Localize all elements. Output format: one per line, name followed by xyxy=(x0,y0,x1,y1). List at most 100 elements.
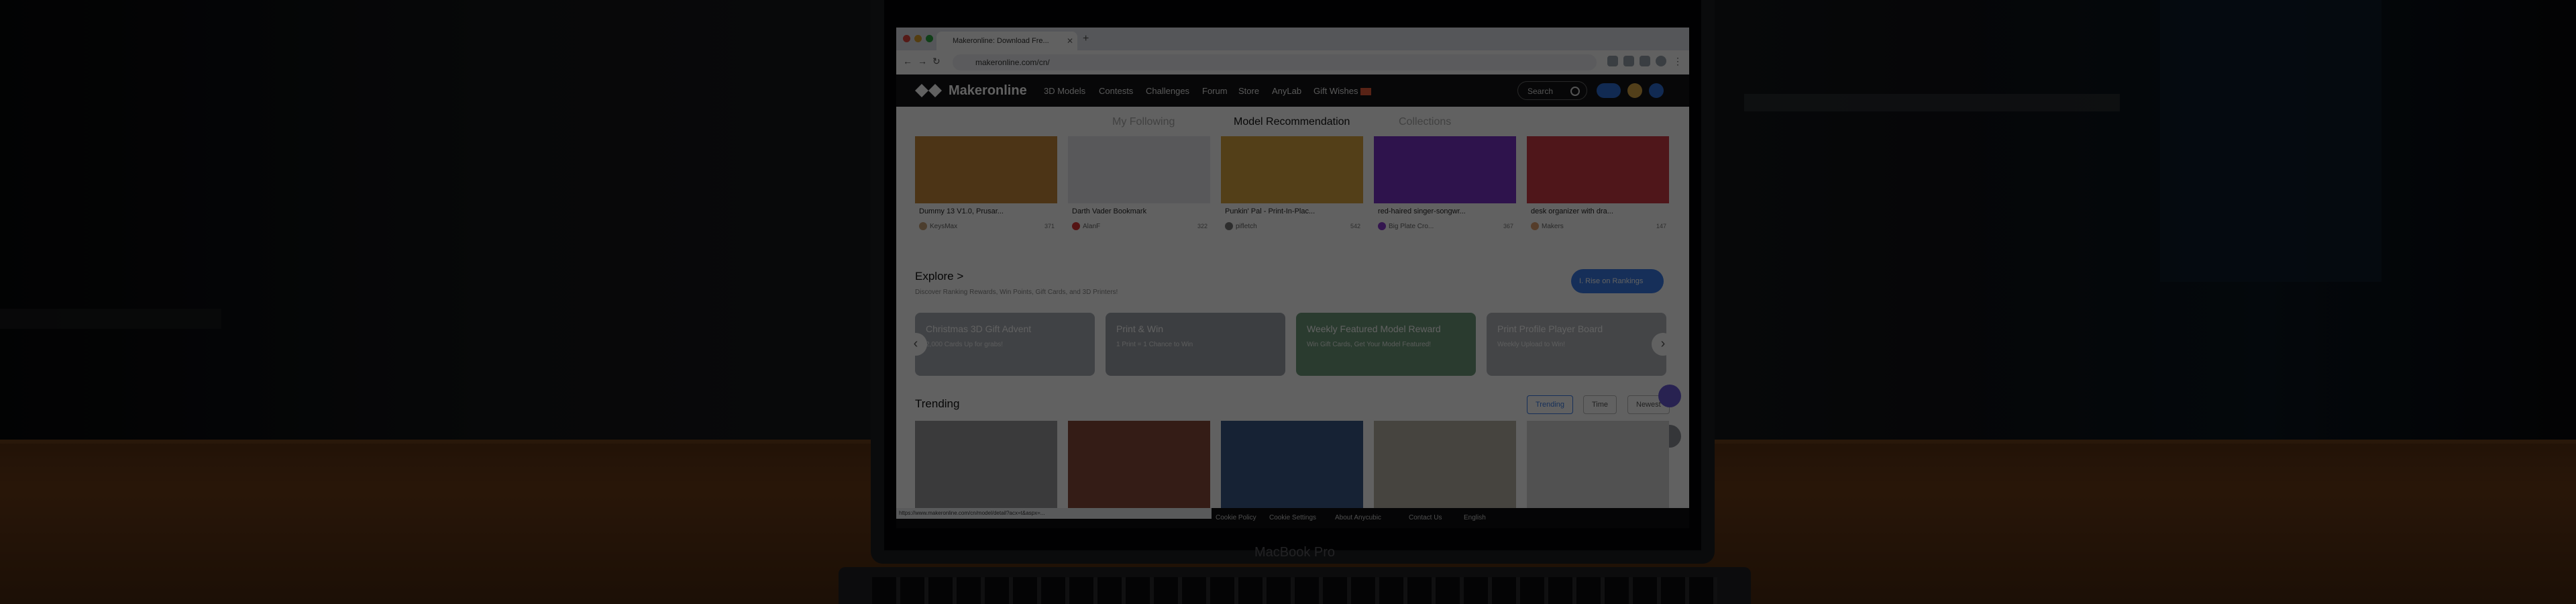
gift-wishes-label: Gift Wishes xyxy=(1313,86,1358,96)
promo-card[interactable]: Print Profile Player Board Weekly Upload… xyxy=(1487,313,1666,376)
makeronline-logo-icon[interactable] xyxy=(915,83,945,99)
model-title[interactable]: Dummy 13 V1.0, Prusar... xyxy=(919,207,1004,215)
model-thumbnail[interactable] xyxy=(1221,136,1363,203)
footer-link-contact[interactable]: Contact Us xyxy=(1409,514,1442,521)
model-author[interactable]: pifletch xyxy=(1236,223,1257,230)
promo-title: Christmas 3D Gift Advent xyxy=(926,323,1032,334)
minimize-window-icon[interactable] xyxy=(914,35,922,42)
nav-store[interactable]: Store xyxy=(1238,86,1259,96)
background-shelf-right xyxy=(1744,94,2120,111)
tab-collections[interactable]: Collections xyxy=(1399,116,1451,128)
model-thumbnail[interactable] xyxy=(915,136,1057,203)
status-bar-url: https://www.makeronline.com/cn/model/det… xyxy=(896,508,1212,519)
extensions-icon[interactable] xyxy=(1640,56,1650,66)
model-card[interactable]: Dummy 13 V1.0, Prusar... KeysMax 371 xyxy=(915,136,1057,237)
back-icon[interactable]: ← xyxy=(903,56,912,66)
nav-anylab[interactable]: AnyLab xyxy=(1272,86,1301,96)
carousel-prev-icon[interactable]: ‹ xyxy=(904,333,927,356)
promo-subtitle: Win Gift Cards, Get Your Model Featured! xyxy=(1307,341,1432,348)
model-author[interactable]: AlanF xyxy=(1083,223,1100,230)
translate-icon[interactable] xyxy=(1607,56,1618,66)
close-window-icon[interactable] xyxy=(903,35,910,42)
model-author[interactable]: KeysMax xyxy=(930,223,957,230)
reload-icon[interactable]: ↻ xyxy=(932,56,941,67)
model-card[interactable]: Darth Vader Bookmark AlanF 322 xyxy=(1068,136,1210,237)
model-card[interactable]: Punkin' Pal - Print-In-Plac... pifletch … xyxy=(1221,136,1363,237)
upload-button[interactable] xyxy=(1597,83,1621,98)
site-header: Makeronline 3D Models Contests Challenge… xyxy=(896,74,1689,107)
trending-thumbnail[interactable] xyxy=(1068,421,1210,508)
bookmark-icon[interactable] xyxy=(1623,56,1634,66)
promo-card[interactable]: Print & Win 1 Print = 1 Chance to Win xyxy=(1106,313,1285,376)
tab-title: Makeronline: Download Fre... xyxy=(953,37,1049,45)
chat-assistant-icon[interactable] xyxy=(1658,385,1681,407)
rise-on-rankings-button[interactable]: I. Rise on Rankings xyxy=(1571,269,1664,293)
search-placeholder: Search xyxy=(1527,87,1554,96)
trending-thumbnail[interactable] xyxy=(915,421,1057,508)
gift-badge-icon xyxy=(1360,88,1372,96)
promo-subtitle: Weekly Upload to Win! xyxy=(1497,341,1565,348)
maximize-window-icon[interactable] xyxy=(926,35,933,42)
new-tab-icon[interactable]: + xyxy=(1083,33,1089,45)
explore-heading[interactable]: Explore > xyxy=(915,270,963,283)
author-avatar[interactable] xyxy=(919,222,927,230)
footer-link-about[interactable]: About Anycubic xyxy=(1335,514,1381,521)
model-title[interactable]: red-haired singer-songwr... xyxy=(1378,207,1466,215)
trending-thumbnail[interactable] xyxy=(1221,421,1363,508)
footer-link-cookie-policy[interactable]: Cookie Policy xyxy=(1216,514,1256,521)
nav-3d-models[interactable]: 3D Models xyxy=(1044,86,1085,96)
feed-tabs: My Following Model Recommendation Collec… xyxy=(896,112,1689,132)
nav-forum[interactable]: Forum xyxy=(1202,86,1228,96)
model-author[interactable]: Big Plate Cro... xyxy=(1389,223,1434,230)
url-field[interactable]: makeronline.com/cn/ xyxy=(953,54,1597,70)
laptop-keys xyxy=(872,577,1717,604)
explore-subtitle: Discover Ranking Rewards, Win Points, Gi… xyxy=(915,289,1118,296)
site-footer: https://www.makeronline.com/cn/model/det… xyxy=(896,508,1689,528)
tab-model-recommendation[interactable]: Model Recommendation xyxy=(1234,116,1350,128)
trending-thumbnail[interactable] xyxy=(1527,421,1669,508)
address-bar-row: ← → ↻ makeronline.com/cn/ ⋮ xyxy=(896,50,1689,75)
model-title[interactable]: desk organizer with dra... xyxy=(1531,207,1613,215)
model-card[interactable]: desk organizer with dra... Makers 147 xyxy=(1527,136,1669,237)
trending-thumbnail[interactable] xyxy=(1374,421,1516,508)
model-stats: 367 xyxy=(1503,223,1513,230)
tab-close-icon[interactable]: ✕ xyxy=(1067,32,1073,50)
model-thumbnail[interactable] xyxy=(1068,136,1210,203)
filter-trending[interactable]: Trending xyxy=(1527,395,1574,414)
author-avatar[interactable] xyxy=(1072,222,1080,230)
model-author[interactable]: Makers xyxy=(1542,223,1564,230)
tab-my-following[interactable]: My Following xyxy=(1112,116,1175,128)
forward-icon[interactable]: → xyxy=(918,56,927,66)
author-avatar[interactable] xyxy=(1378,222,1386,230)
notification-avatar[interactable] xyxy=(1627,83,1642,98)
promo-card[interactable]: Weekly Featured Model Reward Win Gift Ca… xyxy=(1296,313,1476,376)
profile-icon[interactable] xyxy=(1656,56,1666,66)
promo-subtitle: 2,000 Cards Up for grabs! xyxy=(926,341,1004,348)
browser-tab[interactable]: Makeronline: Download Fre... ✕ xyxy=(936,32,1077,50)
site-logo-text[interactable]: Makeronline xyxy=(949,83,1027,99)
promo-subtitle: 1 Print = 1 Chance to Win xyxy=(1116,341,1193,348)
model-title[interactable]: Darth Vader Bookmark xyxy=(1072,207,1146,215)
search-input[interactable]: Search xyxy=(1517,81,1587,100)
model-stats: 542 xyxy=(1350,223,1360,230)
nav-gift-wishes[interactable]: Gift Wishes xyxy=(1313,86,1372,96)
promo-card[interactable]: Christmas 3D Gift Advent 2,000 Cards Up … xyxy=(915,313,1095,376)
language-selector[interactable]: English xyxy=(1464,514,1486,521)
model-card[interactable]: red-haired singer-songwr... Big Plate Cr… xyxy=(1374,136,1516,237)
nav-contests[interactable]: Contests xyxy=(1099,86,1133,96)
filter-time[interactable]: Time xyxy=(1583,395,1617,414)
author-avatar[interactable] xyxy=(1225,222,1233,230)
promo-title: Print & Win xyxy=(1116,323,1164,334)
author-avatar[interactable] xyxy=(1531,222,1539,230)
model-stats: 147 xyxy=(1656,223,1666,230)
menu-icon[interactable]: ⋮ xyxy=(1673,56,1682,67)
nav-challenges[interactable]: Challenges xyxy=(1146,86,1189,96)
model-title[interactable]: Punkin' Pal - Print-In-Plac... xyxy=(1225,207,1315,215)
footer-link-cookie-settings[interactable]: Cookie Settings xyxy=(1269,514,1316,521)
search-icon[interactable] xyxy=(1570,87,1580,96)
model-thumbnail[interactable] xyxy=(1374,136,1516,203)
photo-scene: MacBook Pro Makeronline: Download Fre...… xyxy=(0,0,2576,604)
user-avatar[interactable] xyxy=(1649,83,1664,98)
carousel-next-icon[interactable]: › xyxy=(1652,333,1674,356)
model-thumbnail[interactable] xyxy=(1527,136,1669,203)
